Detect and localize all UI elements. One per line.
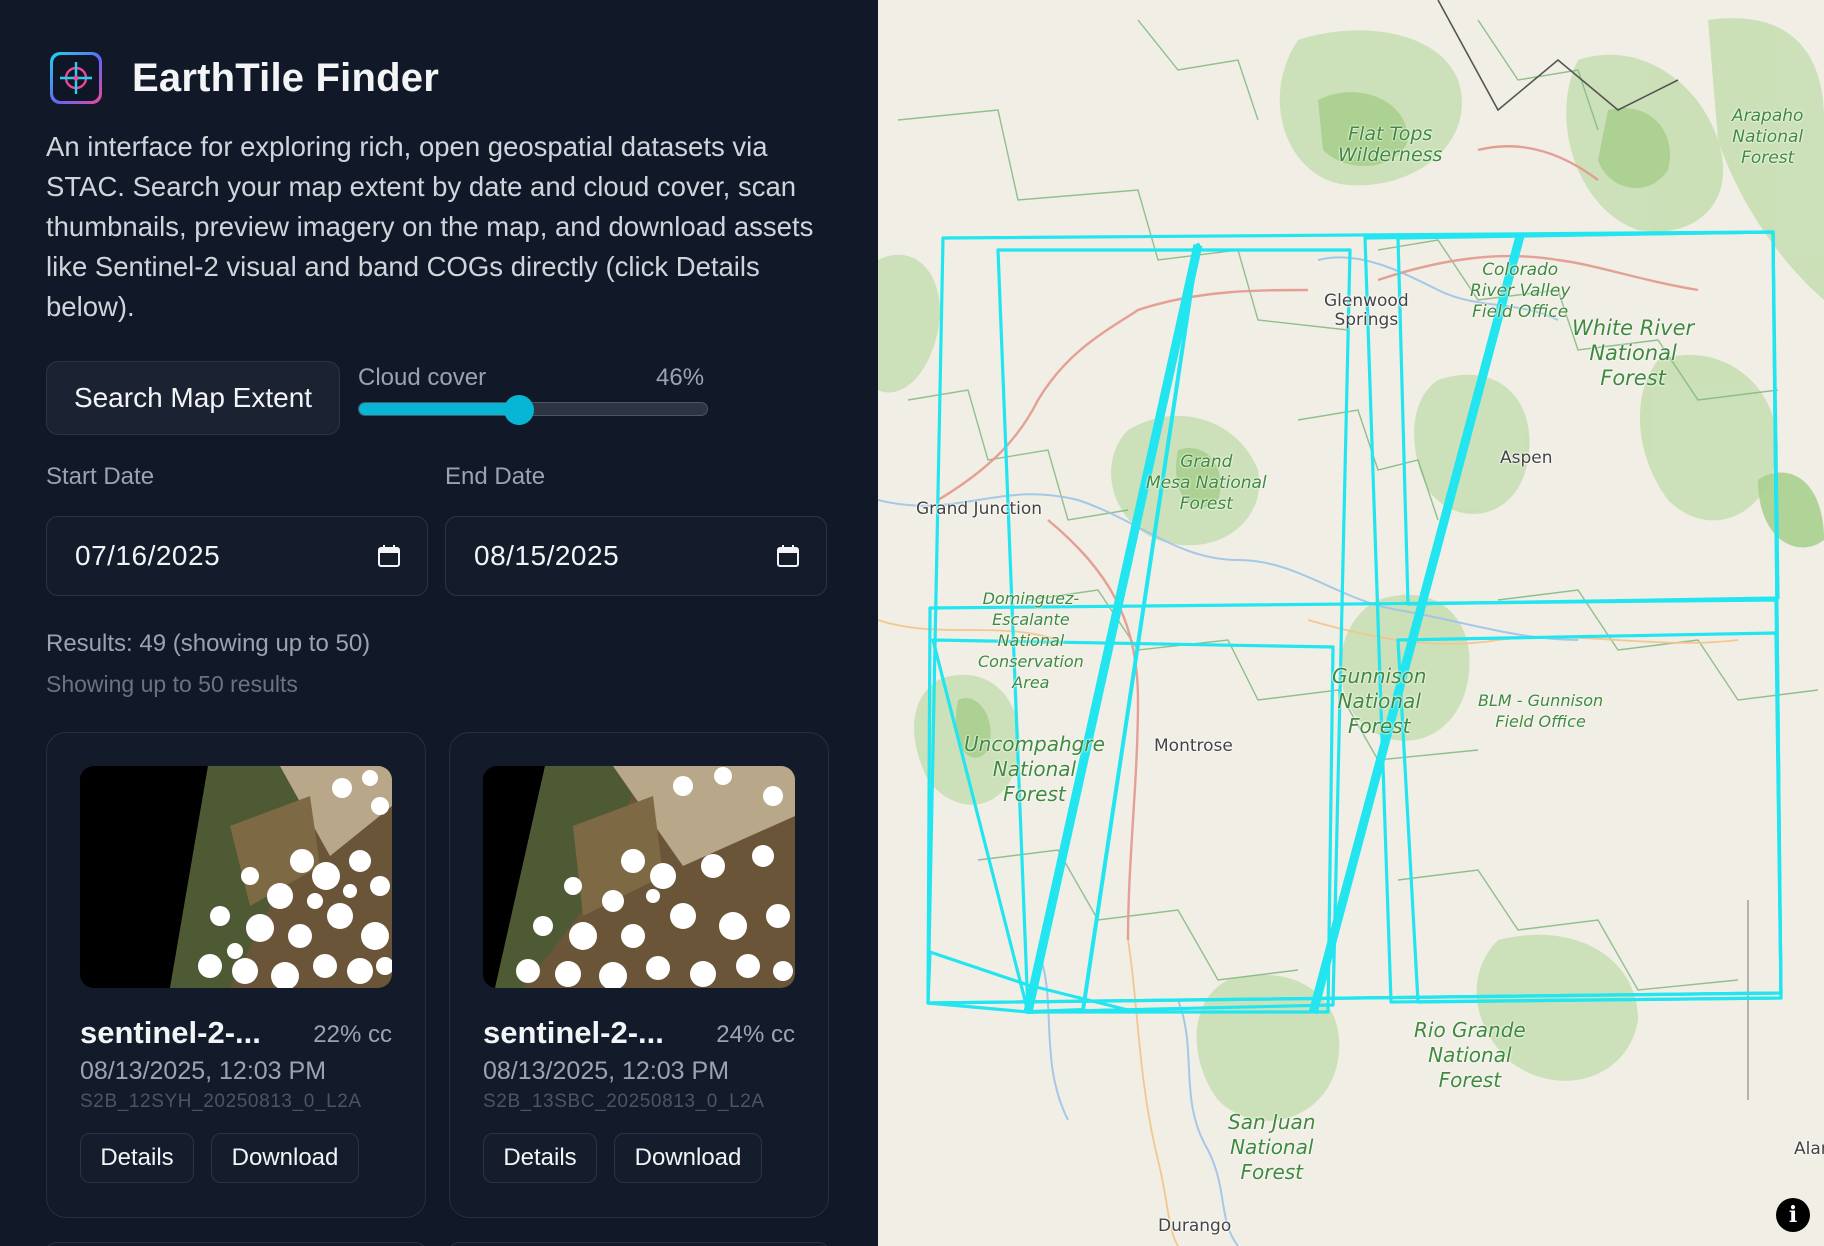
result-card-partial [449, 1242, 829, 1246]
card-title: sentinel-2-... [80, 1015, 261, 1050]
download-button[interactable]: Download [614, 1133, 762, 1183]
calendar-icon[interactable] [377, 544, 401, 568]
map-view[interactable]: Flat Tops Wilderness Arapaho National Fores… [878, 0, 1824, 1246]
results-note: Showing up to 50 results [46, 671, 298, 697]
map-label-uncompahgre-nf: Uncompahgre National Forest [964, 732, 1105, 806]
town-durango: Durango [1158, 1216, 1232, 1236]
map-label-dominguez-escalante: Dominguez- Escalante National Conservation A… [978, 589, 1084, 692]
town-grand-junction: Grand Junction [916, 499, 1043, 519]
scene-thumbnail[interactable] [80, 766, 392, 988]
result-card: sentinel-2-... 22% cc 08/13/2025, 12:03 … [46, 732, 426, 1218]
results-summary: Results: 49 (showing up to 50) [46, 630, 371, 657]
town-aspen: Aspen [1500, 448, 1553, 468]
info-icon[interactable]: i [1776, 1198, 1810, 1232]
town-glenwood-springs: Glenwood Springs [1324, 291, 1409, 330]
app-description: An interface for exploring rich, open ge… [46, 131, 814, 322]
map-label-colorado-river-valley: Colorado River Valley Field Office [1470, 260, 1571, 322]
map-label-arapaho: Arapaho National Forest [1732, 106, 1804, 168]
card-item-id: S2B_12SYH_20250813_0_L2A [80, 1091, 362, 1112]
result-card-partial [46, 1242, 426, 1246]
map-label-grand-mesa-nf: Grand Mesa National Forest [1146, 452, 1267, 514]
start-date-input[interactable]: 07/16/2025 [46, 516, 428, 596]
slider-thumb[interactable] [504, 395, 535, 425]
scene-thumbnail[interactable] [483, 766, 795, 988]
town-alamosa: Alar [1794, 1139, 1824, 1159]
crosshair-icon [60, 62, 92, 94]
card-item-id: S2B_13SBC_20250813_0_L2A [483, 1091, 765, 1112]
start-date-label: Start Date [46, 463, 155, 490]
start-date-value: 07/16/2025 [75, 540, 221, 571]
result-card: sentinel-2-... 24% cc 08/13/2025, 12:03 … [449, 732, 829, 1218]
end-date-input[interactable]: 08/15/2025 [445, 516, 827, 596]
slider-fill [359, 403, 520, 415]
calendar-icon[interactable] [776, 544, 800, 568]
map-label-gunnison-nf: Gunnison National Forest [1332, 664, 1427, 738]
end-date-label: End Date [445, 463, 546, 490]
map-label-blm-gunnison: BLM - Gunnison Field Office [1478, 691, 1604, 731]
details-button[interactable]: Details [483, 1133, 597, 1183]
card-title: sentinel-2-... [483, 1015, 664, 1050]
app-logo [50, 52, 102, 104]
card-datetime: 08/13/2025, 12:03 PM [483, 1057, 730, 1085]
end-date-value: 08/15/2025 [474, 540, 620, 571]
download-button[interactable]: Download [211, 1133, 359, 1183]
card-cloud-cover: 22% cc [313, 1021, 392, 1048]
app-header: EarthTile Finder [50, 52, 439, 104]
card-cloud-cover: 24% cc [716, 1021, 795, 1048]
map-label-san-juan-nf: San Juan National Forest [1228, 1110, 1316, 1184]
map-label-white-river-nf: White River National Forest [1572, 316, 1695, 390]
sidebar-panel: EarthTile Finder An interface for explor… [0, 0, 878, 1246]
map-label-flat-tops: Flat Tops Wilderness [1338, 123, 1443, 166]
cloud-cover-value: 46% [656, 364, 705, 391]
app-title: EarthTile Finder [132, 55, 439, 100]
card-datetime: 08/13/2025, 12:03 PM [80, 1057, 327, 1085]
cloud-cover-label: Cloud cover [358, 364, 487, 391]
map-label-rio-grande-nf: Rio Grande National Forest [1414, 1018, 1526, 1092]
details-button[interactable]: Details [80, 1133, 194, 1183]
search-map-extent-button[interactable]: Search Map Extent [46, 361, 340, 435]
cloud-cover-slider[interactable] [358, 395, 708, 425]
town-montrose: Montrose [1154, 736, 1233, 756]
